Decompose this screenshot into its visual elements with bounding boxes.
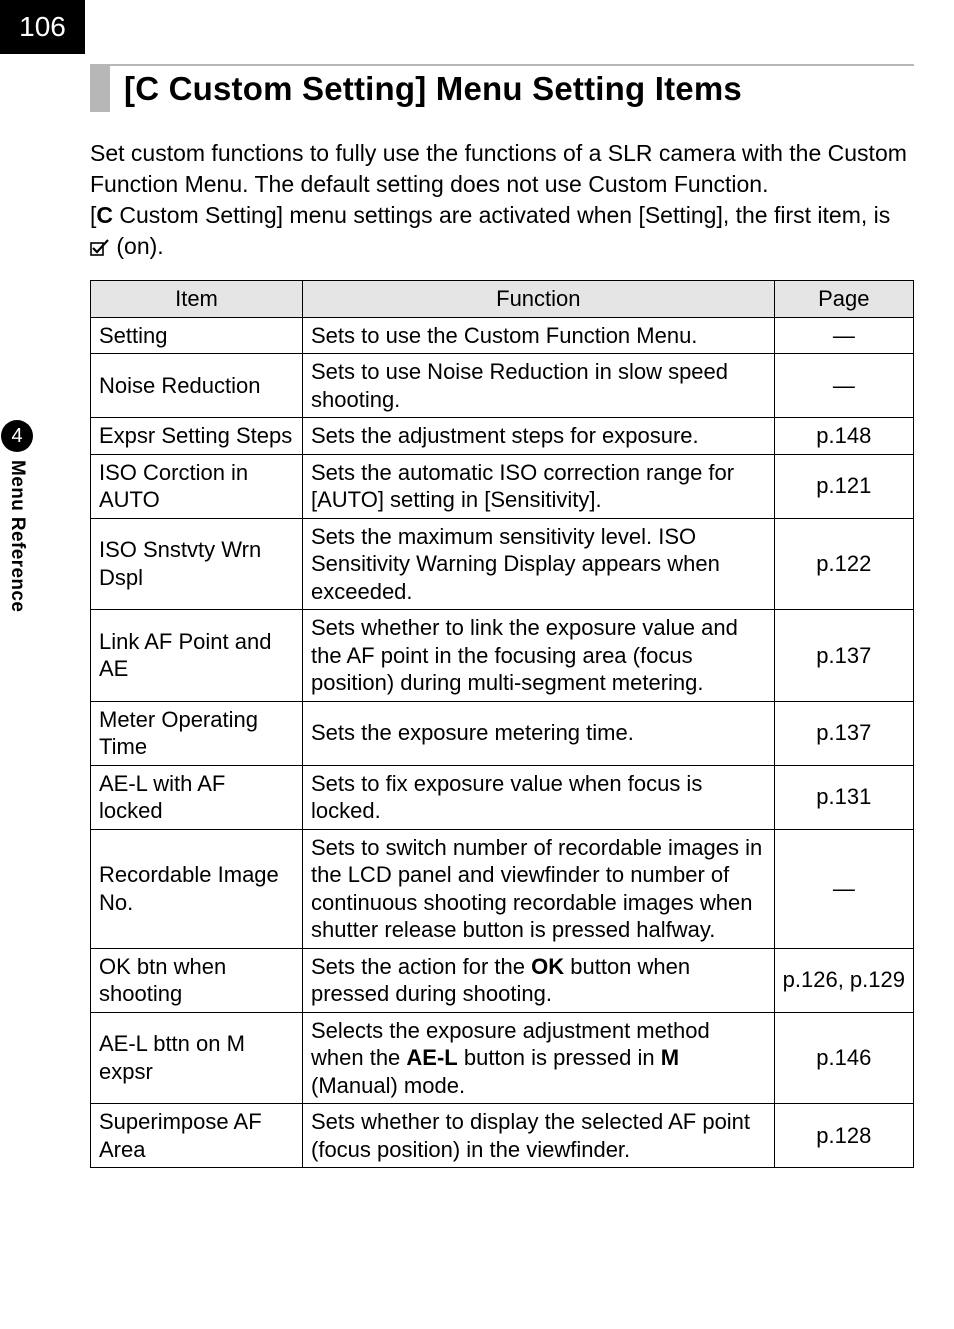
table-row: Expsr Setting Steps Sets the adjustment …: [91, 418, 914, 455]
cell-function: Sets the action for the OK button when p…: [303, 948, 775, 1012]
page-title: [C Custom Setting] Menu Setting Items: [124, 66, 742, 109]
settings-table: Item Function Page Setting Sets to use t…: [90, 280, 914, 1168]
cell-page: p.131: [774, 765, 913, 829]
table-row: ISO Corction in AUTO Sets the automatic …: [91, 454, 914, 518]
side-tab: 4 Menu Reference: [0, 420, 34, 612]
cell-page: —: [774, 354, 913, 418]
intro2-suffix: (on).: [110, 233, 164, 259]
func-pre: Sets the action for the: [311, 954, 531, 979]
chapter-number: 4: [11, 425, 22, 448]
table-header-row: Item Function Page: [91, 281, 914, 318]
cell-item: AE-L with AF locked: [91, 765, 303, 829]
cell-page: p.137: [774, 701, 913, 765]
header-page: Page: [774, 281, 913, 318]
custom-setting-icon: C: [96, 202, 113, 228]
ael-button-label: AE-L: [406, 1045, 457, 1070]
heading-top-rule: [90, 64, 914, 66]
func-post: (Manual) mode.: [311, 1073, 465, 1098]
heading-wrap: [C Custom Setting] Menu Setting Items: [90, 64, 914, 112]
table-row: Link AF Point and AE Sets whether to lin…: [91, 610, 914, 702]
cell-page: p.126, p.129: [774, 948, 913, 1012]
header-item: Item: [91, 281, 303, 318]
table-row: Noise Reduction Sets to use Noise Reduct…: [91, 354, 914, 418]
table-row: Meter Operating Time Sets the exposure m…: [91, 701, 914, 765]
cell-function: Sets the automatic ISO correction range …: [303, 454, 775, 518]
table-row: AE-L with AF locked Sets to fix exposure…: [91, 765, 914, 829]
page-number: 106: [19, 11, 66, 43]
func-mid: button is pressed in: [458, 1045, 661, 1070]
cell-function: Sets the maximum sensitivity level. ISO …: [303, 518, 775, 610]
cell-item: Recordable Image No.: [91, 829, 303, 948]
cell-item: Meter Operating Time: [91, 701, 303, 765]
cell-function: Sets whether to link the exposure value …: [303, 610, 775, 702]
cell-item: Noise Reduction: [91, 354, 303, 418]
cell-function: Sets the exposure metering time.: [303, 701, 775, 765]
cell-item: OK btn when shooting: [91, 948, 303, 1012]
checkbox-on-icon: [90, 233, 110, 259]
cell-item: Link AF Point and AE: [91, 610, 303, 702]
page-content: [C Custom Setting] Menu Setting Items Se…: [90, 64, 914, 1168]
cell-function: Sets to fix exposure value when focus is…: [303, 765, 775, 829]
cell-function: Selects the exposure adjustment method w…: [303, 1012, 775, 1104]
cell-item: Superimpose AF Area: [91, 1104, 303, 1168]
heading-block: [C Custom Setting] Menu Setting Items: [90, 66, 914, 112]
cell-function: Sets to use the Custom Function Menu.: [303, 317, 775, 354]
chapter-label: Menu Reference: [6, 460, 28, 612]
intro-paragraph-1: Set custom functions to fully use the fu…: [90, 138, 914, 200]
header-function: Function: [303, 281, 775, 318]
heading-prefix: [: [124, 70, 135, 107]
manual-mode-label: M: [661, 1045, 679, 1070]
page-number-tab: 106: [0, 0, 85, 54]
chapter-badge: 4: [1, 420, 33, 452]
custom-setting-icon: C: [135, 70, 159, 107]
intro-text: Set custom functions to fully use the fu…: [90, 138, 914, 262]
table-row: OK btn when shooting Sets the action for…: [91, 948, 914, 1012]
table-row: Superimpose AF Area Sets whether to disp…: [91, 1104, 914, 1168]
cell-page: p.148: [774, 418, 913, 455]
cell-page: —: [774, 829, 913, 948]
intro2-mid: Custom Setting] menu settings are activa…: [113, 202, 890, 228]
cell-item: Expsr Setting Steps: [91, 418, 303, 455]
heading-accent-bar: [90, 66, 110, 112]
heading-rest: Custom Setting] Menu Setting Items: [159, 70, 742, 107]
table-row: ISO Snstvty Wrn Dspl Sets the maximum se…: [91, 518, 914, 610]
cell-item: Setting: [91, 317, 303, 354]
cell-page: p.122: [774, 518, 913, 610]
cell-function: Sets whether to display the selected AF …: [303, 1104, 775, 1168]
table-row: Recordable Image No. Sets to switch numb…: [91, 829, 914, 948]
cell-page: p.146: [774, 1012, 913, 1104]
cell-item: AE-L bttn on M expsr: [91, 1012, 303, 1104]
cell-function: Sets to use Noise Reduction in slow spee…: [303, 354, 775, 418]
table-row: AE-L bttn on M expsr Selects the exposur…: [91, 1012, 914, 1104]
cell-page: —: [774, 317, 913, 354]
cell-function: Sets the adjustment steps for exposure.: [303, 418, 775, 455]
cell-page: p.137: [774, 610, 913, 702]
cell-function: Sets to switch number of recordable imag…: [303, 829, 775, 948]
intro-paragraph-2: [C Custom Setting] menu settings are act…: [90, 200, 914, 262]
cell-page: p.128: [774, 1104, 913, 1168]
cell-item: ISO Corction in AUTO: [91, 454, 303, 518]
cell-item: ISO Snstvty Wrn Dspl: [91, 518, 303, 610]
cell-page: p.121: [774, 454, 913, 518]
ok-button-label: OK: [531, 954, 564, 979]
table-row: Setting Sets to use the Custom Function …: [91, 317, 914, 354]
